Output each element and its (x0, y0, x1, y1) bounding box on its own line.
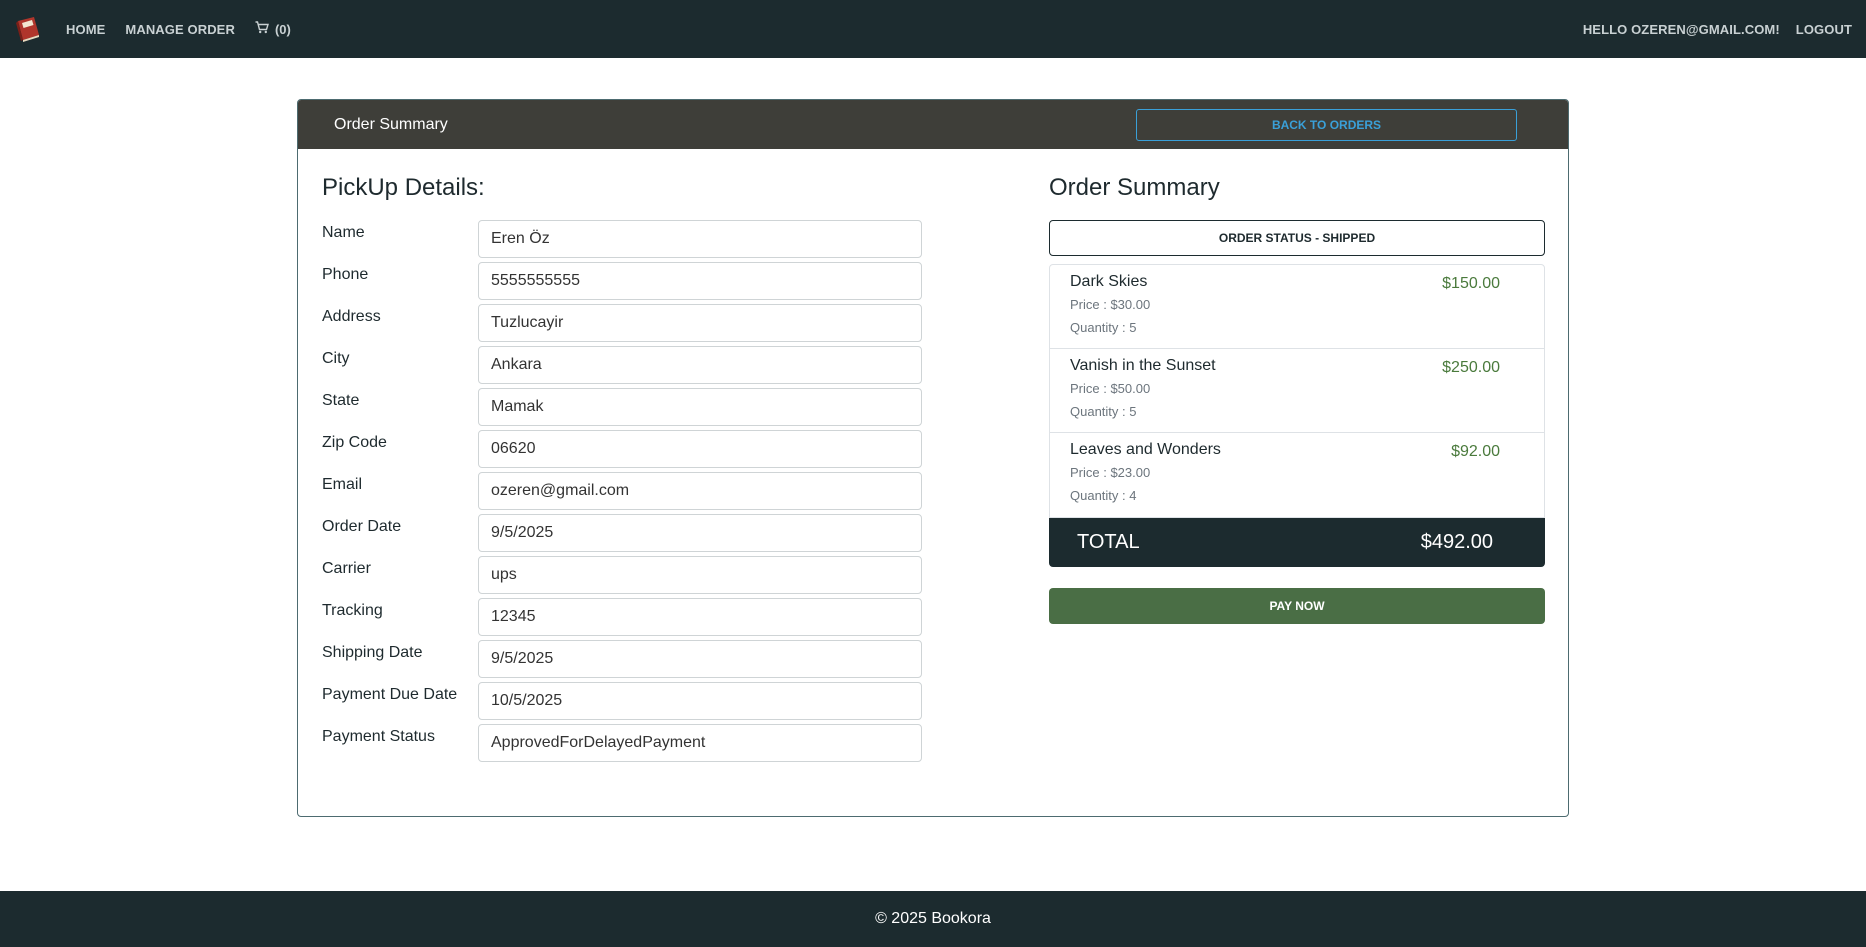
item-unit-price: Price : $50.00 (1070, 381, 1151, 396)
item-unit-price: Price : $30.00 (1070, 297, 1151, 312)
field-label: Carrier (322, 560, 371, 577)
pickup-row: Address Tuzlucayir (322, 304, 922, 346)
field-label: Shipping Date (322, 644, 423, 661)
nav-manage-order[interactable]: MANAGE ORDER (125, 22, 235, 37)
field-label: State (322, 392, 360, 409)
field-input-address[interactable]: Tuzlucayir (478, 304, 922, 342)
back-to-orders-button[interactable]: BACK TO ORDERS (1136, 109, 1517, 141)
pickup-row: Payment Due Date 10/5/2025 (322, 682, 922, 724)
item-name: Dark Skies (1070, 273, 1148, 290)
pickup-row: Zip Code 06620 (322, 430, 922, 472)
pickup-row: Carrier ups (322, 556, 922, 598)
field-input-payment-due-date[interactable]: 10/5/2025 (478, 682, 922, 720)
pickup-row: Name Eren Öz (322, 220, 922, 262)
field-input-tracking[interactable]: 12345 (478, 598, 922, 636)
summary-title: Order Summary (1049, 174, 1220, 201)
top-navbar: HOME MANAGE ORDER (0) HELLO OZEREN@GMAIL… (0, 0, 1866, 58)
field-label: Payment Status (322, 728, 435, 745)
pay-now-button[interactable]: PAY NOW (1049, 588, 1545, 624)
pickup-row: Tracking 12345 (322, 598, 922, 640)
item-line-total: $92.00 (1451, 443, 1500, 460)
order-summary-panel: Order Summary ORDER STATUS - SHIPPED Dar… (1049, 174, 1545, 624)
nav-home[interactable]: HOME (66, 22, 105, 37)
pickup-row: Payment Status ApprovedForDelayedPayment (322, 724, 922, 766)
cart-count: (0) (274, 21, 291, 37)
field-label: Email (322, 476, 363, 493)
nav-cart[interactable]: (0) (255, 21, 291, 37)
field-input-zip-code[interactable]: 06620 (478, 430, 922, 468)
order-items-list: Dark Skies $150.00 Price : $30.00 Quantity … (1049, 264, 1545, 518)
logout-link[interactable]: LOGOUT (1796, 22, 1852, 37)
field-label: Phone (322, 266, 369, 283)
pickup-row: City Ankara (322, 346, 922, 388)
pickup-row: State Mamak (322, 388, 922, 430)
order-total: TOTAL $492.00 (1049, 518, 1545, 567)
field-label: Order Date (322, 518, 402, 535)
order-item: Vanish in the Sunset $250.00 Price : $50.0… (1050, 349, 1544, 433)
pickup-title: PickUp Details: (322, 174, 485, 201)
field-label: Payment Due Date (322, 686, 458, 703)
user-greeting[interactable]: HELLO OZEREN@GMAIL.COM! (1583, 22, 1780, 37)
field-input-phone[interactable]: 5555555555 (478, 262, 922, 300)
item-line-total: $250.00 (1442, 359, 1500, 376)
order-summary-card: Order Summary BACK TO ORDERS PickUp Deta… (297, 99, 1569, 817)
item-line-total: $150.00 (1442, 275, 1500, 292)
field-input-state[interactable]: Mamak (478, 388, 922, 426)
field-label: Tracking (322, 602, 383, 619)
item-quantity: Quantity : 5 (1070, 320, 1137, 335)
total-amount: $492.00 (1420, 531, 1493, 553)
card-header-title: Order Summary (334, 115, 448, 133)
item-name: Leaves and Wonders (1070, 441, 1221, 458)
pickup-details: PickUp Details: Name Eren Öz Phone 55555555… (322, 174, 922, 766)
footer-text: © 2025 Bookora (875, 910, 991, 927)
footer: © 2025 Bookora (0, 891, 1866, 947)
pickup-row: Email ozeren@gmail.com (322, 472, 922, 514)
total-label: TOTAL (1077, 531, 1140, 553)
field-input-email[interactable]: ozeren@gmail.com (478, 472, 922, 510)
cart-icon (255, 21, 269, 37)
field-label: Address (322, 308, 381, 325)
pickup-row: Order Date 9/5/2025 (322, 514, 922, 556)
field-input-order-date[interactable]: 9/5/2025 (478, 514, 922, 552)
nav-right: HELLO OZEREN@GMAIL.COM! LOGOUT (1583, 22, 1852, 37)
pickup-row: Phone 5555555555 (322, 262, 922, 304)
item-unit-price: Price : $23.00 (1070, 465, 1151, 480)
field-label: Name (322, 224, 365, 241)
pickup-row: Shipping Date 9/5/2025 (322, 640, 922, 682)
field-input-city[interactable]: Ankara (478, 346, 922, 384)
field-input-carrier[interactable]: ups (478, 556, 922, 594)
order-item: Dark Skies $150.00 Price : $30.00 Quantity … (1050, 265, 1544, 349)
item-quantity: Quantity : 4 (1070, 488, 1137, 503)
field-input-name[interactable]: Eren Öz (478, 220, 922, 258)
field-label: Zip Code (322, 434, 387, 451)
field-input-payment-status[interactable]: ApprovedForDelayedPayment (478, 724, 922, 762)
order-status-button[interactable]: ORDER STATUS - SHIPPED (1049, 220, 1545, 256)
item-name: Vanish in the Sunset (1070, 357, 1216, 374)
field-input-shipping-date[interactable]: 9/5/2025 (478, 640, 922, 678)
order-item: Leaves and Wonders $92.00 Price : $23.00 Qu… (1050, 433, 1544, 517)
field-label: City (322, 350, 350, 367)
item-quantity: Quantity : 5 (1070, 404, 1137, 419)
book-logo-icon[interactable] (14, 14, 42, 44)
card-header: Order Summary BACK TO ORDERS (298, 100, 1568, 149)
